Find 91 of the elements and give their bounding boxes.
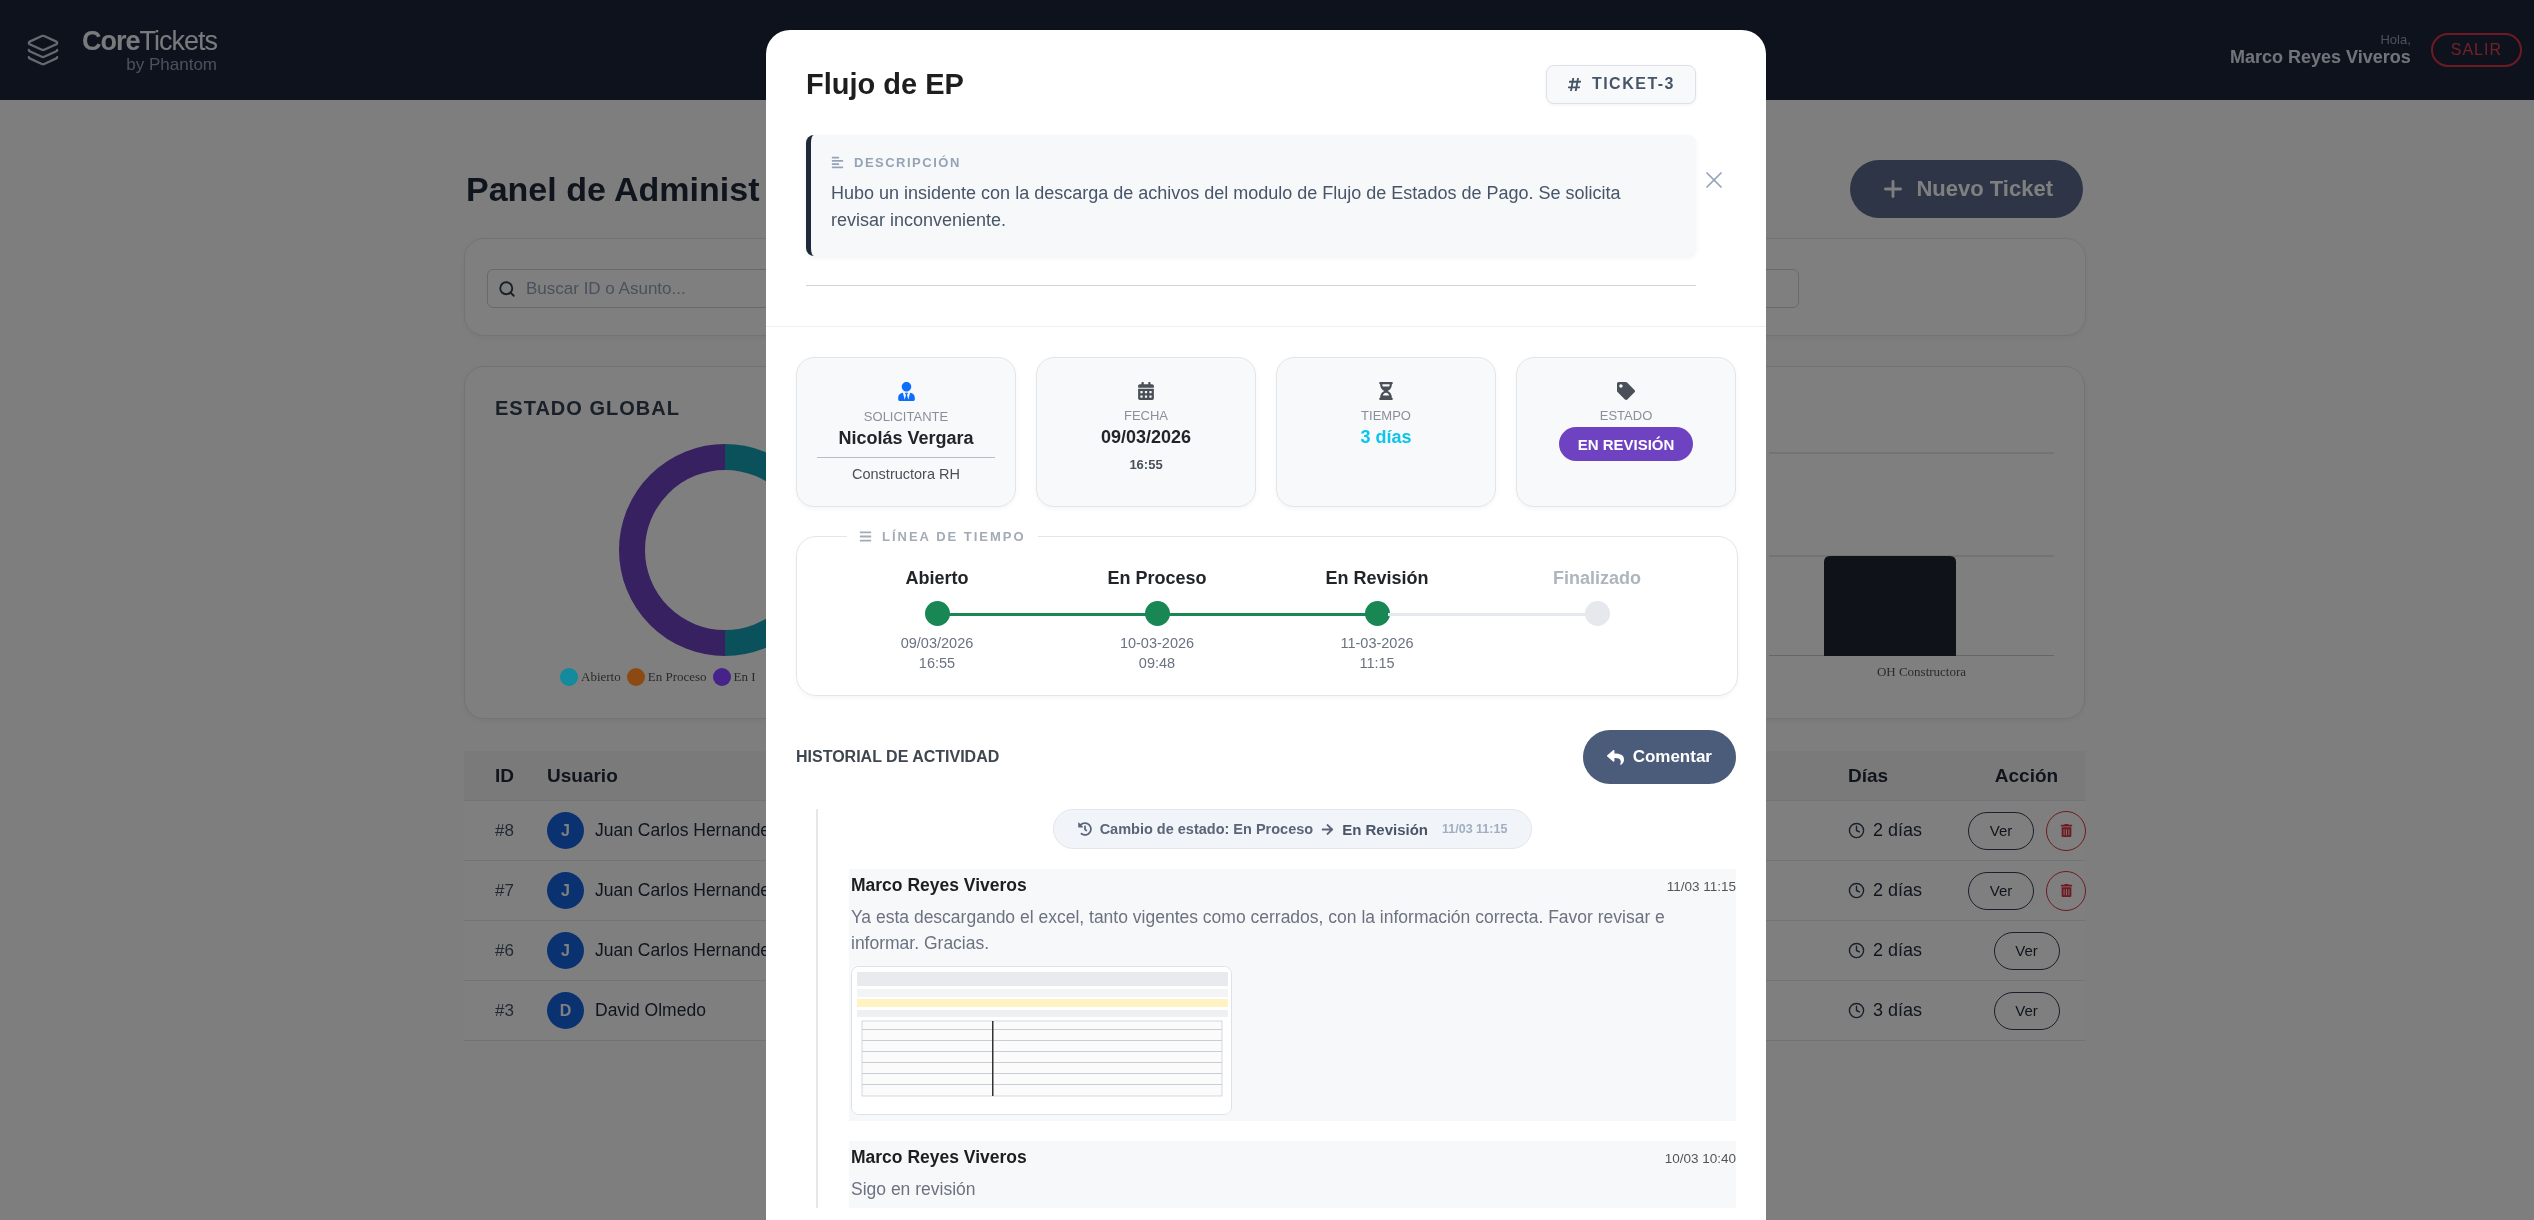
- delete-button[interactable]: [2046, 870, 2086, 911]
- step-time: 16:55: [918, 654, 956, 673]
- align-left-icon: [831, 156, 844, 169]
- list-icon: [859, 530, 872, 543]
- legend-label: Abierto: [581, 669, 621, 685]
- column-header: Días: [1848, 764, 1890, 787]
- table-cell: 2 días: [1873, 820, 1923, 841]
- clock-icon: [1848, 1002, 1865, 1019]
- new-ticket-button[interactable]: Nuevo Ticket: [1850, 160, 2083, 218]
- column-header: Usuario: [547, 764, 619, 787]
- table-cell-text: #6: [495, 940, 515, 961]
- hash-icon: [1566, 76, 1582, 92]
- avatar: J: [547, 812, 584, 849]
- new-status: En Revisión: [1342, 820, 1428, 838]
- reply-icon: [1606, 748, 1624, 766]
- page-title: Panel de Administ: [465, 169, 760, 209]
- user-name: Marco Reyes Viveros: [2229, 47, 2411, 68]
- step-label: Finalizado: [1553, 568, 1641, 589]
- axis-label: OH Constructora: [1876, 664, 1967, 680]
- info-label: SOLICITANTE: [863, 409, 949, 424]
- search-icon: [498, 279, 516, 298]
- table-cell-text: #3: [495, 1000, 515, 1021]
- tag-icon: [1617, 382, 1635, 400]
- card-title: ESTADO GLOBAL: [495, 397, 680, 420]
- company-name: Constructora RH: [852, 466, 960, 482]
- step-time: 09:48: [1138, 654, 1176, 673]
- ticket-id: TICKET-3: [1545, 64, 1696, 104]
- info-time: 16:55: [1129, 457, 1163, 472]
- comment-author: Marco Reyes Viveros: [851, 1147, 1027, 1168]
- view-button[interactable]: Ver: [1993, 991, 2060, 1030]
- description-text: Hubo un insidente con la descarga de achivos del modulo de Flujo de Estados de Pago. Se solicita revisar inconveniente.: [831, 182, 1622, 232]
- info-label: ESTADO: [1599, 408, 1653, 423]
- step-label: Abierto: [905, 568, 969, 589]
- description-label: DESCRIPCIÓN: [854, 155, 961, 170]
- comment-text: Ya esta descargando el excel, tanto vigentes como cerrados, con la información correcta. Favor revisar e informar. Gracias.: [851, 906, 1666, 955]
- avatar: J: [547, 872, 584, 909]
- comment-text: Sigo en revisión: [851, 1178, 977, 1201]
- history-title: HISTORIAL DE ACTIVIDAD: [796, 748, 1000, 766]
- info-value: 09/03/2026: [1100, 427, 1192, 448]
- legend-label: En I: [733, 669, 756, 685]
- status-change-time: 11/03 11:15: [1442, 822, 1508, 836]
- info-label: FECHA: [1123, 408, 1169, 423]
- clock-icon: [1848, 942, 1865, 959]
- table-cell: 2 días: [1873, 940, 1923, 961]
- dialog-title: Flujo de EP: [806, 67, 964, 101]
- hourglass-icon: [1377, 382, 1395, 400]
- comment-author: Marco Reyes Viveros: [851, 875, 1027, 896]
- info-value: 3 días: [1360, 427, 1412, 448]
- table-cell: Juan Carlos Hernande: [595, 820, 771, 841]
- table-cell: Juan Carlos Hernande: [595, 940, 771, 961]
- arrow-icon: [1321, 822, 1335, 836]
- clock-icon: [1848, 882, 1865, 899]
- table-cell: 2 días: [1873, 880, 1923, 901]
- avatar: J: [547, 932, 584, 969]
- person-icon: [896, 382, 916, 401]
- info-value: Nicolás Vergara: [838, 428, 974, 449]
- table-cell-text: #8: [495, 820, 515, 841]
- greeting: Hola,: [2380, 32, 2411, 47]
- table-cell: 3 días: [1873, 1000, 1923, 1021]
- step-date: 09/03/2026: [900, 634, 974, 653]
- status-change-text: Cambio de estado: En Proceso: [1099, 821, 1314, 837]
- column-header: ID: [495, 764, 515, 787]
- info-label: TIEMPO: [1361, 408, 1411, 423]
- table-cell-text: #7: [495, 880, 515, 901]
- column-header: Acción: [1994, 764, 2059, 787]
- calendar-icon: [1137, 382, 1155, 400]
- history-icon: [1077, 822, 1092, 836]
- view-button[interactable]: Ver: [1968, 871, 2034, 910]
- comment-button[interactable]: Comentar: [1582, 730, 1736, 784]
- timeline-title: LÍNEA DE TIEMPO: [882, 529, 1026, 544]
- legend-label: En Proceso: [647, 669, 707, 685]
- avatar: D: [547, 992, 584, 1029]
- table-cell: Juan Carlos Hernande: [595, 880, 771, 901]
- comment-time: 10/03 10:40: [1664, 1151, 1736, 1166]
- comment-time: 11/03 11:15: [1666, 879, 1736, 894]
- delete-button[interactable]: [2046, 810, 2086, 851]
- brand-name: CoreTickets: [82, 25, 218, 57]
- trash-icon: [2059, 824, 2073, 837]
- layers-icon: [26, 33, 60, 67]
- table-cell: David Olmedo: [595, 1000, 706, 1021]
- step-date: 11-03-2026: [1340, 634, 1414, 653]
- view-button[interactable]: Ver: [1993, 931, 2060, 970]
- step-label: En Revisión: [1325, 568, 1429, 589]
- step-date: 10-03-2026: [1119, 634, 1195, 653]
- step-label: En Proceso: [1107, 568, 1207, 589]
- view-button[interactable]: Ver: [1968, 811, 2034, 850]
- step-time: 11:15: [1359, 654, 1395, 673]
- clock-icon: [1848, 822, 1865, 839]
- brand-subtitle: by Phantom: [126, 54, 218, 75]
- trash-icon: [2059, 884, 2073, 897]
- status-badge: EN REVISIÓN: [1558, 427, 1694, 461]
